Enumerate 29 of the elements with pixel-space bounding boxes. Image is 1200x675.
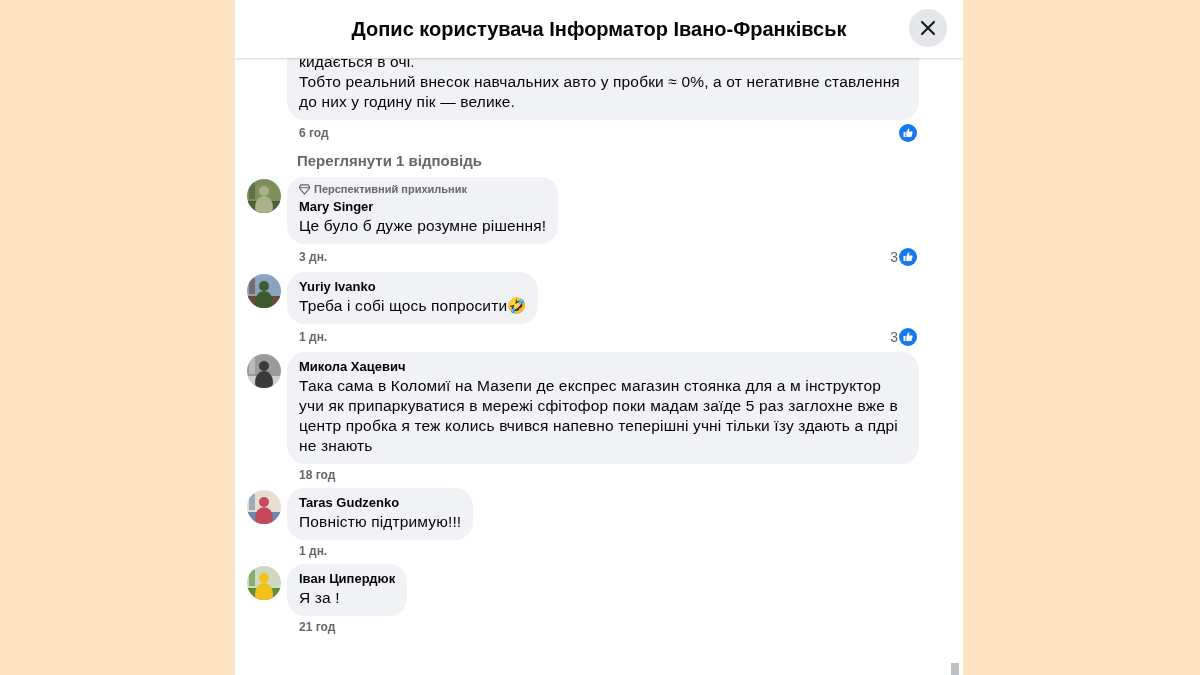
comment-time[interactable]: 18 год — [299, 468, 336, 482]
comment-time[interactable]: 3 дн. — [299, 250, 328, 264]
author-name[interactable]: Taras Gudzenko — [299, 494, 462, 512]
author-name[interactable]: Микола Хацевич — [299, 358, 907, 376]
comment-time[interactable]: 21 год — [299, 620, 336, 634]
view-replies-link[interactable]: Переглянути 1 відповідь — [287, 142, 482, 171]
comment-time[interactable]: 1 дн. — [299, 330, 328, 344]
comment-text: Така сама в Коломиї на Мазепи де експрес магазин стоянка для а м інструктор учи як припаркуватися в мережі сфітофор поки мадам заїде 5 раз заглохне вже в центр пробка я теж колись вчився напевно теперішні учні тільки їзу здають а пдрі не знають — [299, 376, 899, 456]
comment-text: Я за ! — [299, 588, 341, 608]
badge-label: Перспективний прихильник — [314, 183, 467, 195]
thumbs-up-icon — [899, 248, 917, 266]
reaction-count: 3 — [890, 249, 898, 265]
thumbs-up-icon — [899, 328, 917, 346]
author-name[interactable]: Yuriy Ivanko — [299, 278, 527, 296]
comment-time[interactable]: 1 дн. — [299, 544, 328, 558]
comment-time[interactable]: 6 год — [299, 126, 329, 140]
scrollbar-thumb[interactable] — [951, 663, 959, 675]
comment-text: кидається в очі. Тобто реальний внесок навчальних авто у пробки ≈ 0%, а от негативне ставлення до них у годину пік — велике. — [299, 52, 901, 112]
comment-text: Треба і собі щось попросити🤣 — [299, 296, 527, 316]
author-name[interactable]: Mary Singer — [299, 198, 547, 216]
thumbs-up-icon — [899, 124, 917, 142]
close-button[interactable] — [909, 9, 947, 47]
dialog-title: Допис користувача Інформатор Івано-Франківськ — [351, 17, 847, 41]
close-icon — [920, 20, 936, 36]
author-name[interactable]: Іван Ципердюк — [299, 570, 396, 588]
comment-text: Це було б дуже розумне рішення! — [299, 216, 547, 236]
comment-text: Повністю підтримую!!! — [299, 512, 462, 532]
diamond-icon — [299, 183, 310, 195]
reaction-count: 3 — [890, 329, 898, 345]
